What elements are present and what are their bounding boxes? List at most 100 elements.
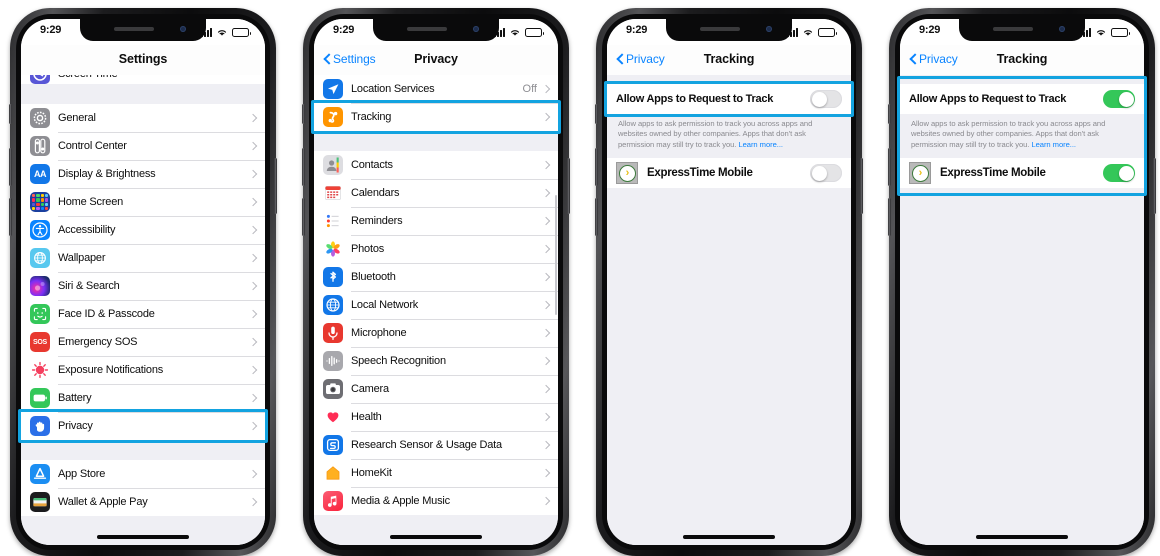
phone-screen: 9:29 Privacy Tracking Allow Apps to Request… (900, 19, 1144, 545)
volume-up-button[interactable] (595, 148, 598, 186)
speech-recognition-icon (323, 351, 343, 371)
allow-apps-label: Allow Apps to Request to Track (616, 93, 774, 105)
settings-row[interactable]: Exposure Notifications (21, 356, 265, 384)
settings-row[interactable]: Control Center (21, 132, 265, 160)
expresstime-mobile-icon: › (909, 162, 931, 185)
settings-row-partial[interactable]: Screen Time (21, 75, 265, 84)
home-indicator[interactable] (683, 535, 775, 539)
tracking-footnote-text: Allow apps to ask permission to track yo… (911, 119, 1106, 149)
screen-content: Allow Apps to Request to Track Allow apps… (900, 75, 1144, 545)
allow-apps-toggle[interactable] (810, 90, 842, 108)
settings-row[interactable]: Bluetooth (314, 263, 558, 291)
mute-switch[interactable] (595, 104, 598, 124)
battery-icon (818, 28, 837, 37)
settings-row[interactable]: SOS Emergency SOS (21, 328, 265, 356)
settings-row[interactable]: Photos (314, 235, 558, 263)
settings-row[interactable]: Battery (21, 384, 265, 412)
nav-bar: Settings (21, 45, 265, 75)
power-button[interactable] (860, 158, 863, 214)
volume-up-button[interactable] (302, 148, 305, 186)
camera-icon (323, 379, 343, 399)
allow-apps-to-request-to-track-row[interactable]: Allow Apps to Request to Track (900, 84, 1144, 114)
front-camera (180, 26, 186, 32)
volume-up-button[interactable] (888, 148, 891, 186)
settings-row[interactable]: Wallpaper (21, 244, 265, 272)
accessibility-icon (30, 220, 50, 240)
mute-switch[interactable] (9, 104, 12, 124)
chevron-right-icon (543, 468, 549, 478)
tracking-app-row[interactable]: › ExpressTime Mobile (900, 158, 1144, 189)
settings-row[interactable]: Media & Apple Music (314, 487, 558, 515)
home-indicator[interactable] (390, 535, 482, 539)
wallet-apple-pay-icon (30, 492, 50, 512)
settings-row[interactable]: Microphone (314, 319, 558, 347)
settings-row[interactable]: Siri & Search (21, 272, 265, 300)
settings-row[interactable]: Contacts (314, 151, 558, 179)
learn-more-link[interactable]: Learn more... (738, 140, 783, 149)
power-button[interactable] (274, 158, 277, 214)
settings-row[interactable]: Home Screen (21, 188, 265, 216)
mute-switch[interactable] (888, 104, 891, 124)
power-button[interactable] (567, 158, 570, 214)
settings-row[interactable]: Health (314, 403, 558, 431)
earpiece-speaker (700, 27, 740, 31)
settings-row-label: Research Sensor & Usage Data (351, 439, 502, 451)
home-indicator[interactable] (976, 535, 1068, 539)
learn-more-link[interactable]: Learn more... (1031, 140, 1076, 149)
wifi-icon (802, 28, 814, 37)
volume-down-button[interactable] (302, 198, 305, 236)
tracking-section: Allow Apps to Request to Track Allow apps… (900, 75, 1144, 189)
status-bar-indicators (494, 25, 544, 37)
settings-row[interactable]: Calendars (314, 179, 558, 207)
settings-row[interactable]: Speech Recognition (314, 347, 558, 375)
switch-knob (1118, 91, 1134, 107)
face-id-icon (30, 304, 50, 324)
home-indicator[interactable] (97, 535, 189, 539)
display-brightness-icon: AA (30, 164, 50, 184)
group-separator (21, 84, 265, 104)
front-camera (473, 26, 479, 32)
settings-row[interactable]: Research Sensor & Usage Data (314, 431, 558, 459)
screen-content: Screen Time General Control Center AA Displa… (21, 75, 265, 545)
volume-up-button[interactable] (9, 148, 12, 186)
settings-row[interactable]: HomeKit (314, 459, 558, 487)
power-button[interactable] (1153, 158, 1156, 214)
chevron-right-icon (250, 497, 256, 507)
settings-row-label: Privacy (58, 420, 93, 432)
siri-search-icon (30, 276, 50, 296)
settings-row-label: Bluetooth (351, 271, 396, 283)
chevron-right-icon (543, 272, 549, 282)
tracking-footnote: Allow apps to ask permission to track yo… (607, 114, 851, 159)
settings-row[interactable]: Camera (314, 375, 558, 403)
volume-down-button[interactable] (9, 198, 12, 236)
settings-row[interactable]: Location Services Off (314, 75, 558, 103)
settings-row[interactable]: Reminders (314, 207, 558, 235)
settings-row[interactable]: Accessibility (21, 216, 265, 244)
wifi-icon (1095, 28, 1107, 37)
settings-row[interactable]: General (21, 104, 265, 132)
tracking-app-row[interactable]: › ExpressTime Mobile (607, 158, 851, 189)
settings-row[interactable]: App Store (21, 460, 265, 488)
allow-apps-toggle[interactable] (1103, 90, 1135, 108)
tracking-app-toggle[interactable] (1103, 164, 1135, 183)
settings-row[interactable]: Local Network (314, 291, 558, 319)
mute-switch[interactable] (302, 104, 305, 124)
settings-row[interactable]: Wallet & Apple Pay (21, 488, 265, 516)
settings-row[interactable]: Face ID & Passcode (21, 300, 265, 328)
volume-down-button[interactable] (595, 198, 598, 236)
expresstime-mobile-icon: › (616, 162, 638, 185)
settings-row[interactable]: Privacy (21, 412, 265, 440)
settings-row[interactable]: AA Display & Brightness (21, 160, 265, 188)
chevron-right-icon (543, 216, 549, 226)
volume-down-button[interactable] (888, 198, 891, 236)
chevron-right-icon (543, 384, 549, 394)
status-bar-time: 9:29 (919, 24, 941, 36)
allow-apps-to-request-to-track-row[interactable]: Allow Apps to Request to Track (607, 84, 851, 114)
settings-row[interactable]: Tracking (314, 103, 558, 131)
scroll-indicator[interactable] (554, 195, 557, 315)
chevron-right-icon (543, 356, 549, 366)
tracking-app-toggle[interactable] (810, 164, 842, 183)
gear-icon (30, 108, 50, 128)
settings-group: Contacts Calendars Reminders Photos Bluetoot… (314, 151, 558, 515)
settings-group: App Store Wallet & Apple Pay (21, 460, 265, 516)
